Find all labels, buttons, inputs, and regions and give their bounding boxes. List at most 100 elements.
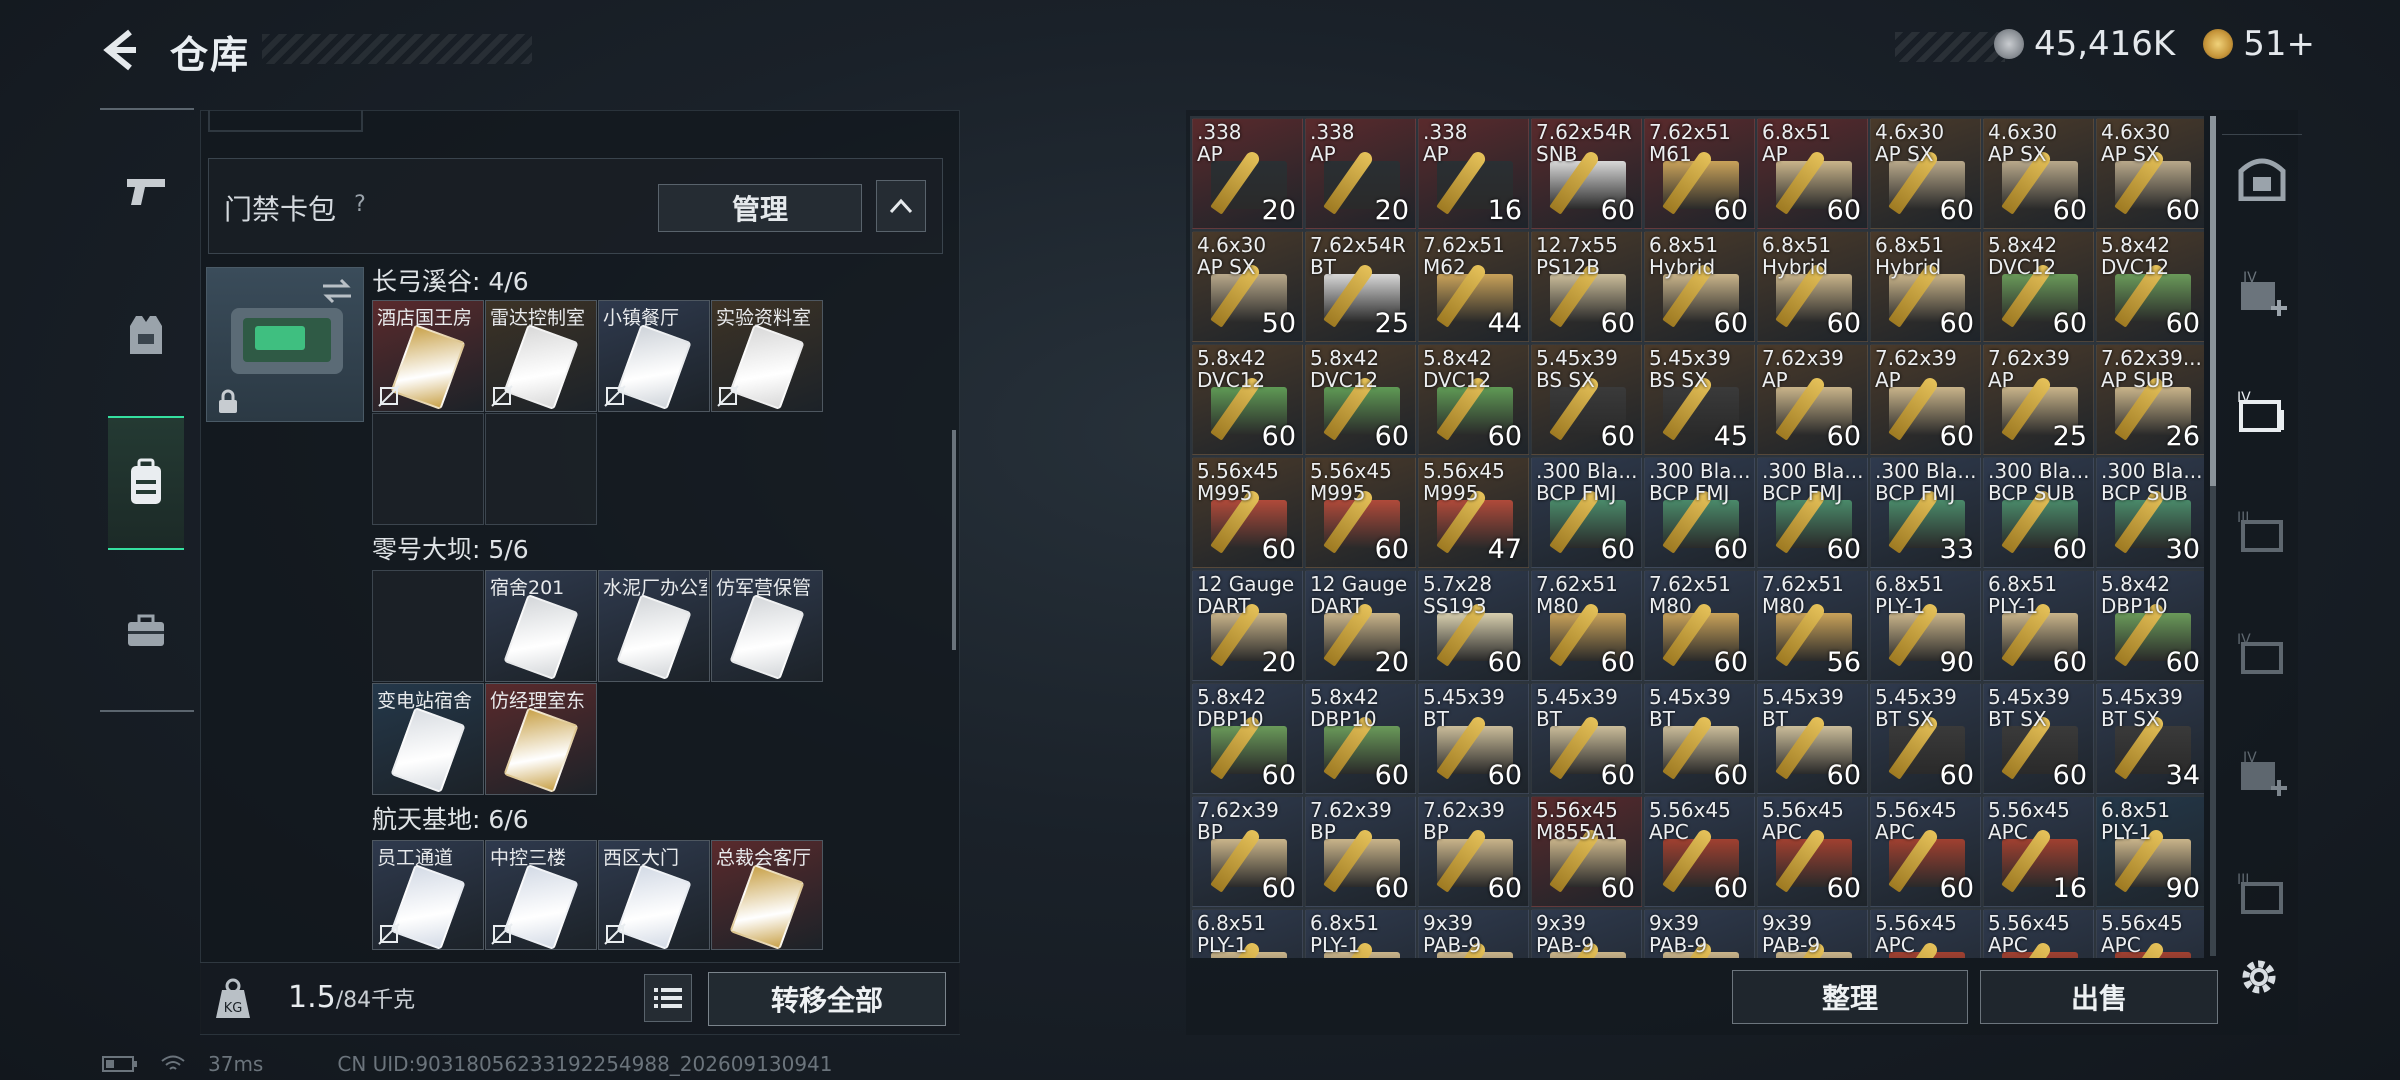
ammo-item-slot[interactable]: 5.56x45 M855A1 60 bbox=[1531, 796, 1642, 907]
key-card-slot[interactable]: 变电站宿舍 bbox=[372, 683, 484, 795]
key-card-slot[interactable]: 水泥厂办公室 bbox=[598, 570, 710, 682]
empty-key-slot[interactable] bbox=[372, 413, 484, 525]
ammo-item-slot[interactable]: 4.6x30 AP SX 50 bbox=[1192, 231, 1303, 342]
ammo-item-slot[interactable]: 5.56x45 APC 16 bbox=[1983, 796, 2094, 907]
ammo-item-slot[interactable]: .338 AP 20 bbox=[1192, 118, 1303, 229]
ammo-item-slot[interactable]: 5.56x45 APC 60 bbox=[1870, 796, 1981, 907]
ammo-item-slot[interactable]: 9x39 PAB-9 bbox=[1418, 909, 1529, 958]
ammo-item-slot[interactable]: 6.8x51 PLY-1 60 bbox=[1983, 570, 2094, 681]
ammo-item-slot[interactable]: 7.62x39 AP 60 bbox=[1757, 344, 1868, 455]
key-card-slot[interactable]: 西区大门 bbox=[598, 840, 710, 950]
right-scrollbar-thumb[interactable] bbox=[2210, 116, 2216, 486]
empty-key-slot[interactable] bbox=[372, 570, 484, 682]
ammo-item-slot[interactable]: 5.45x39 BT 60 bbox=[1757, 683, 1868, 794]
ammo-item-slot[interactable]: 5.8x42 DVC12 60 bbox=[1983, 231, 2094, 342]
ammo-item-slot[interactable]: .300 Bla... BCP FMJ 33 bbox=[1870, 457, 1981, 568]
ammo-item-slot[interactable]: 6.8x51 PLY-1 bbox=[1192, 909, 1303, 958]
sell-button[interactable]: 出售 bbox=[1980, 970, 2218, 1024]
ammo-item-slot[interactable]: 5.8x42 DBP10 60 bbox=[1192, 683, 1303, 794]
ammo-item-slot[interactable]: 6.8x51 PLY-1 bbox=[1305, 909, 1416, 958]
ammo-item-slot[interactable]: 5.45x39 BT SX 60 bbox=[1983, 683, 2094, 794]
nav-weapons[interactable] bbox=[108, 146, 184, 236]
ammo-item-slot[interactable]: 5.8x42 DVC12 60 bbox=[1418, 344, 1529, 455]
ammo-item-slot[interactable]: 12 Gauge DART 20 bbox=[1305, 570, 1416, 681]
ammo-item-slot[interactable]: 5.45x39 BT SX 60 bbox=[1870, 683, 1981, 794]
ammo-item-slot[interactable]: 4.6x30 AP SX 60 bbox=[1983, 118, 2094, 229]
ammo-item-slot[interactable]: .338 AP 20 bbox=[1305, 118, 1416, 229]
ammo-item-slot[interactable]: 5.45x39 BS SX 45 bbox=[1644, 344, 1755, 455]
ammo-item-slot[interactable]: .300 Bla... BCP SUB 60 bbox=[1983, 457, 2094, 568]
rnav-storage-iii[interactable]: III bbox=[2230, 500, 2294, 564]
ammo-item-slot[interactable]: 12 Gauge DART 20 bbox=[1192, 570, 1303, 681]
ammo-item-slot[interactable]: 7.62x51 M80 60 bbox=[1531, 570, 1642, 681]
ammo-item-slot[interactable]: 7.62x39 AP 25 bbox=[1983, 344, 2094, 455]
ammo-item-slot[interactable]: .300 Bla... BCP FMJ 60 bbox=[1644, 457, 1755, 568]
empty-key-slot[interactable] bbox=[485, 413, 597, 525]
ammo-item-slot[interactable]: 7.62x39 AP 60 bbox=[1870, 344, 1981, 455]
ammo-item-slot[interactable]: 7.62x39 BP 60 bbox=[1192, 796, 1303, 907]
ammo-item-slot[interactable]: 4.6x30 AP SX 60 bbox=[1870, 118, 1981, 229]
ammo-item-slot[interactable]: 9x39 PAB-9 bbox=[1644, 909, 1755, 958]
ammo-item-slot[interactable]: 5.56x45 APC 60 bbox=[1644, 796, 1755, 907]
rnav-safe-box[interactable] bbox=[2230, 146, 2294, 210]
settings-gear-icon[interactable] bbox=[2236, 954, 2282, 1000]
ammo-item-slot[interactable]: 7.62x51 M62 44 bbox=[1418, 231, 1529, 342]
left-scrollbar[interactable] bbox=[952, 430, 956, 650]
ammo-item-slot[interactable]: 5.45x39 BS SX 60 bbox=[1531, 344, 1642, 455]
ammo-item-slot[interactable]: 7.62x39 BP 60 bbox=[1418, 796, 1529, 907]
ammo-item-slot[interactable]: 12.7x55 PS12B 60 bbox=[1531, 231, 1642, 342]
ammo-item-slot[interactable]: 5.8x42 DVC12 60 bbox=[1192, 344, 1303, 455]
transfer-all-button[interactable]: 转移全部 bbox=[708, 972, 946, 1026]
ammo-item-slot[interactable]: 6.8x51 AP 60 bbox=[1757, 118, 1868, 229]
key-card-slot[interactable]: 实验资料室 bbox=[711, 300, 823, 412]
ammo-item-slot[interactable]: 6.8x51 Hybrid 60 bbox=[1757, 231, 1868, 342]
ammo-item-slot[interactable]: 5.8x42 DBP10 60 bbox=[2096, 570, 2204, 681]
collapse-button[interactable] bbox=[876, 180, 926, 232]
ammo-item-slot[interactable]: .338 AP 16 bbox=[1418, 118, 1529, 229]
ammo-item-slot[interactable]: 5.56x45 APC 60 bbox=[1757, 796, 1868, 907]
ammo-item-slot[interactable]: 9x39 PAB-9 bbox=[1757, 909, 1868, 958]
key-card-slot[interactable]: 仿军营保管 bbox=[711, 570, 823, 682]
ammo-item-slot[interactable]: 5.56x45 M995 47 bbox=[1418, 457, 1529, 568]
nav-toolbox[interactable] bbox=[108, 586, 184, 676]
ammo-item-slot[interactable]: 5.56x45 APC bbox=[1983, 909, 2094, 958]
ammo-item-slot[interactable]: 7.62x51 M80 60 bbox=[1644, 570, 1755, 681]
rnav-add-iv[interactable]: IV bbox=[2230, 262, 2294, 326]
ammo-item-slot[interactable]: 5.56x45 M995 60 bbox=[1192, 457, 1303, 568]
ammo-item-slot[interactable]: 7.62x51 M61 60 bbox=[1644, 118, 1755, 229]
key-card-slot[interactable]: 宿舍201 bbox=[485, 570, 597, 682]
rnav-add-iv-b[interactable]: IV bbox=[2230, 742, 2294, 806]
ammo-item-slot[interactable]: 6.8x51 PLY-1 90 bbox=[2096, 796, 2204, 907]
ammo-item-slot[interactable]: 5.8x42 DVC12 60 bbox=[2096, 231, 2204, 342]
swap-icon[interactable] bbox=[321, 278, 353, 304]
nav-backpack-active[interactable] bbox=[108, 416, 184, 550]
ammo-item-slot[interactable]: 6.8x51 Hybrid 60 bbox=[1644, 231, 1755, 342]
rnav-storage-iii-b[interactable]: III bbox=[2230, 862, 2294, 926]
ammo-item-slot[interactable]: 4.6x30 AP SX 60 bbox=[2096, 118, 2204, 229]
key-card-slot[interactable]: 雷达控制室 bbox=[485, 300, 597, 412]
ammo-item-slot[interactable]: 7.62x39 BP 60 bbox=[1305, 796, 1416, 907]
ammo-item-slot[interactable]: 5.45x39 BT 60 bbox=[1644, 683, 1755, 794]
sort-button[interactable]: 整理 bbox=[1732, 970, 1968, 1024]
ammo-item-slot[interactable]: 6.8x51 PLY-1 90 bbox=[1870, 570, 1981, 681]
ammo-item-slot[interactable]: .300 Bla... BCP FMJ 60 bbox=[1531, 457, 1642, 568]
back-arrow-icon[interactable] bbox=[100, 28, 144, 72]
ammo-item-slot[interactable]: 5.45x39 BT 60 bbox=[1418, 683, 1529, 794]
ammo-item-slot[interactable]: 5.8x42 DBP10 60 bbox=[1305, 683, 1416, 794]
ammo-item-slot[interactable]: 5.45x39 BT SX 34 bbox=[2096, 683, 2204, 794]
ammo-item-slot[interactable]: 5.45x39 BT 60 bbox=[1531, 683, 1642, 794]
ammo-item-slot[interactable]: 5.56x45 APC bbox=[1870, 909, 1981, 958]
key-card-slot[interactable]: 总裁会客厅 bbox=[711, 840, 823, 950]
ammo-item-slot[interactable]: 7.62x39... AP SUB 26 bbox=[2096, 344, 2204, 455]
rnav-storage-iv-active[interactable]: IV bbox=[2230, 380, 2294, 444]
key-card-slot[interactable]: 酒店国王房 bbox=[372, 300, 484, 412]
nav-equipment[interactable] bbox=[108, 290, 184, 380]
rnav-storage-iv-b[interactable]: IV bbox=[2230, 622, 2294, 686]
help-icon[interactable]: ? bbox=[348, 192, 372, 217]
ammo-item-slot[interactable]: 6.8x51 Hybrid 60 bbox=[1870, 231, 1981, 342]
manage-button[interactable]: 管理 bbox=[658, 184, 862, 232]
key-card-slot[interactable]: 员工通道 bbox=[372, 840, 484, 950]
ammo-item-slot[interactable]: 9x39 PAB-9 bbox=[1531, 909, 1642, 958]
ammo-item-slot[interactable]: .300 Bla... BCP FMJ 60 bbox=[1757, 457, 1868, 568]
ammo-item-slot[interactable]: 7.62x54R BT 25 bbox=[1305, 231, 1416, 342]
